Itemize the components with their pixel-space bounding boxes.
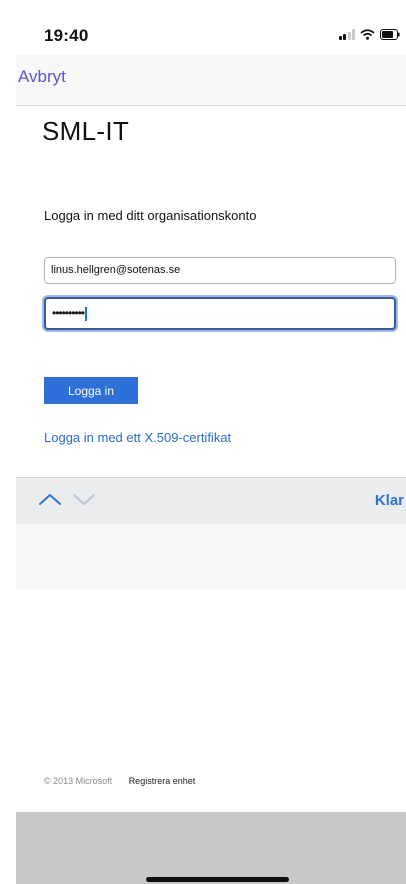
screen: 19:40 Avbryt SML-IT Logga in med ditt or…: [16, 0, 406, 884]
wifi-icon: [360, 29, 375, 40]
home-area: [16, 812, 406, 884]
copyright-text: © 2013 Microsoft: [44, 776, 113, 786]
footer: © 2013 Microsoft Registrera enhet: [44, 776, 195, 786]
status-icons: [338, 29, 401, 40]
email-field[interactable]: linus.hellgren@sotenas.se: [44, 257, 396, 284]
page-title: SML-IT: [42, 116, 130, 146]
cancel-button[interactable]: Avbryt: [18, 67, 66, 87]
battery-icon: [380, 29, 400, 40]
chevron-up-icon[interactable]: [38, 492, 62, 506]
certificate-login-link[interactable]: Logga in med ett X.509-certifikat: [44, 430, 231, 445]
keyboard-accessory-bar: Klar: [16, 477, 406, 525]
login-subtitle: Logga in med ditt organisationskonto: [44, 208, 257, 223]
login-button[interactable]: Logga in: [44, 377, 138, 404]
password-field[interactable]: ••••••••••: [44, 297, 396, 330]
status-time: 19:40: [44, 26, 89, 45]
home-indicator[interactable]: [146, 877, 289, 882]
password-masked-value: ••••••••••: [52, 306, 85, 320]
signal-icon: [338, 29, 355, 40]
nav-bar: Avbryt: [16, 55, 406, 106]
register-device-link[interactable]: Registrera enhet: [129, 776, 196, 786]
text-caret: [85, 306, 88, 321]
keyboard-placeholder: [16, 524, 406, 589]
chevron-down-icon[interactable]: [72, 492, 96, 506]
done-button[interactable]: Klar: [375, 492, 404, 509]
